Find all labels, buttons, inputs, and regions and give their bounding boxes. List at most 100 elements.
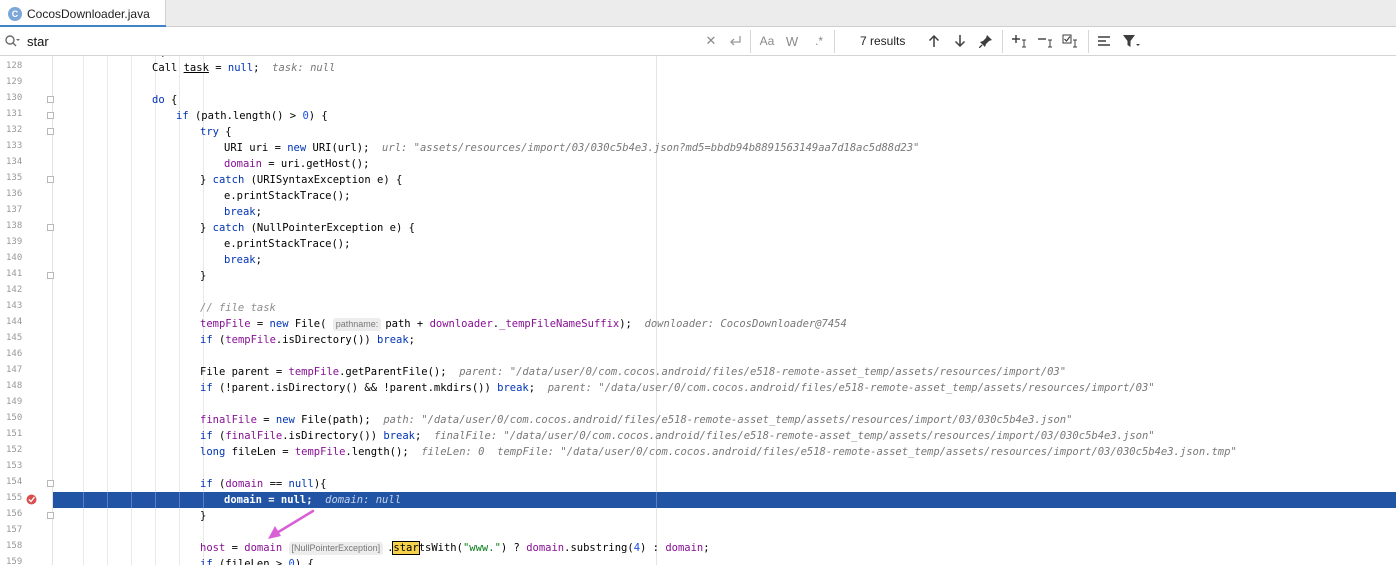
inline-value-hint: fileLen: 0 <box>421 446 485 458</box>
pin-icon[interactable] <box>978 33 994 49</box>
find-bar: ✕ Aa W .* 7 results <box>0 27 1396 56</box>
fold-marker[interactable] <box>47 480 54 487</box>
separator <box>834 30 835 53</box>
inline-value-hint: url: "assets/resources/import/03/030c5b4… <box>382 142 920 154</box>
line-number: 150 <box>6 413 23 423</box>
replace-icon[interactable] <box>728 33 744 49</box>
code-line: 135 } catch (URISyntaxException e) { <box>6 173 403 186</box>
line-number: 136 <box>6 189 23 199</box>
code-line: 150 finalFile = new File(path); path: "/… <box>6 413 1073 426</box>
line-number: 139 <box>6 237 23 247</box>
line-number: 134 <box>6 157 23 167</box>
line-number: 152 <box>6 445 23 455</box>
code-line: 142 <box>0 284 1396 300</box>
separator <box>750 30 751 53</box>
line-number: 157 <box>6 525 23 535</box>
code-line: 133 URI uri = new URI(url); url: "assets… <box>6 141 920 154</box>
code-line: 153 <box>0 460 1396 476</box>
line-number: 146 <box>6 349 23 359</box>
search-icon[interactable] <box>4 34 20 48</box>
search-input[interactable] <box>27 32 697 51</box>
code-line: 141 } <box>6 269 207 282</box>
code-line: 156 } <box>6 509 207 522</box>
separator <box>1088 30 1089 53</box>
java-class-icon: C <box>8 6 22 21</box>
line-number: 154 <box>6 477 23 487</box>
add-selection-icon[interactable] <box>1011 33 1029 49</box>
parameter-hint: pathname: <box>332 318 382 331</box>
separator <box>1002 30 1003 53</box>
code-line: 157 <box>0 524 1396 540</box>
inline-value-hint: parent: "/data/user/0/com.cocos.android/… <box>459 366 1067 378</box>
line-number: 128 <box>6 61 23 71</box>
clear-icon[interactable]: ✕ <box>704 33 718 49</box>
code-line: 151 if (finalFile.isDirectory()) break; … <box>6 429 1155 442</box>
filter-icon[interactable] <box>1122 33 1140 49</box>
fold-marker[interactable] <box>47 272 54 279</box>
code-line: 128 Call task = null; task: null <box>6 61 336 74</box>
annotation-arrow-icon <box>268 509 315 539</box>
line-number: 132 <box>6 125 23 135</box>
code-line: 140 break; <box>6 253 262 266</box>
line-number: 159 <box>6 557 23 565</box>
multiline-icon[interactable] <box>1096 33 1112 49</box>
inline-value-hint: finalFile: "/data/user/0/com.cocos.andro… <box>433 430 1155 442</box>
line-number: 138 <box>6 221 23 231</box>
code-editor[interactable]: ' . '' 128 Call task = null; task: null … <box>0 56 1396 565</box>
code-line: 137 break; <box>6 205 262 218</box>
inline-value-hint: domain: null <box>325 494 402 506</box>
fold-marker[interactable] <box>47 96 54 103</box>
code-line: 138 } catch (NullPointerException e) { <box>6 221 415 234</box>
match-case-icon[interactable]: Aa <box>758 33 776 49</box>
line-number: 137 <box>6 205 23 215</box>
editor-tab[interactable]: C CocosDownloader.java <box>0 0 166 28</box>
exception-hint: [NullPointerException] <box>288 542 384 555</box>
line-number: 129 <box>6 77 23 87</box>
code-line: 148 if (!parent.isDirectory() && !parent… <box>6 381 1155 394</box>
current-field: domain <box>224 494 262 506</box>
inline-value-hint: downloader: CocosDownloader@7454 <box>644 318 847 330</box>
code-line: 146 <box>0 348 1396 364</box>
next-occurrence-icon[interactable] <box>952 33 968 49</box>
remove-selection-icon[interactable] <box>1037 33 1055 49</box>
code-line: 130 do { <box>6 93 178 106</box>
results-count: 7 results <box>860 34 906 48</box>
line-number: 135 <box>6 173 23 183</box>
code-line: 145 if (tempFile.isDirectory()) break; <box>6 333 415 346</box>
line-number: 147 <box>6 365 23 375</box>
regex-icon[interactable]: .* <box>811 33 827 49</box>
line-number: 158 <box>6 541 23 551</box>
fold-marker[interactable] <box>47 176 54 183</box>
prev-occurrence-icon[interactable] <box>926 33 942 49</box>
code-line: 158 host = domain [NullPointerException]… <box>6 541 710 555</box>
tab-title: CocosDownloader.java <box>27 6 150 21</box>
inline-value-hint: task: null <box>272 62 336 74</box>
code-line: 154 if (domain == null){ <box>6 477 327 490</box>
inline-value-hint: path: "/data/user/0/com.cocos.android/fi… <box>383 414 1073 426</box>
code-line: 136 e.printStackTrace(); <box>6 189 351 202</box>
line-number: 142 <box>6 285 23 295</box>
code-line: 131 if (path.length() > 0) { <box>6 109 328 122</box>
code-line: 129 <box>0 76 1396 92</box>
code-line: 152 long fileLen = tempFile.length(); fi… <box>6 445 1237 458</box>
line-number: 145 <box>6 333 23 343</box>
code-line: 143 // file task <box>0 300 1396 316</box>
fold-marker[interactable] <box>47 112 54 119</box>
line-number: 151 <box>6 429 23 439</box>
fold-marker[interactable] <box>47 128 54 135</box>
breakpoint-icon[interactable] <box>26 494 37 505</box>
line-number: 144 <box>6 317 23 327</box>
words-icon[interactable]: W <box>784 33 800 49</box>
code-line: 149 <box>0 396 1396 412</box>
code-line: 139 e.printStackTrace(); <box>6 237 351 250</box>
inline-value-hint: tempFile: "/data/user/0/com.cocos.androi… <box>497 446 1237 458</box>
fold-marker[interactable] <box>47 224 54 231</box>
line-number: 141 <box>6 269 23 279</box>
line-number: 148 <box>6 381 23 391</box>
code-line: 147 File parent = tempFile.getParentFile… <box>6 365 1067 378</box>
code-comment: // file task <box>200 302 276 314</box>
select-all-icon[interactable] <box>1062 33 1080 49</box>
line-number: 156 <box>6 509 23 519</box>
fold-marker[interactable] <box>47 512 54 519</box>
code-line: 144 tempFile = new File( pathname: path +… <box>6 317 847 331</box>
